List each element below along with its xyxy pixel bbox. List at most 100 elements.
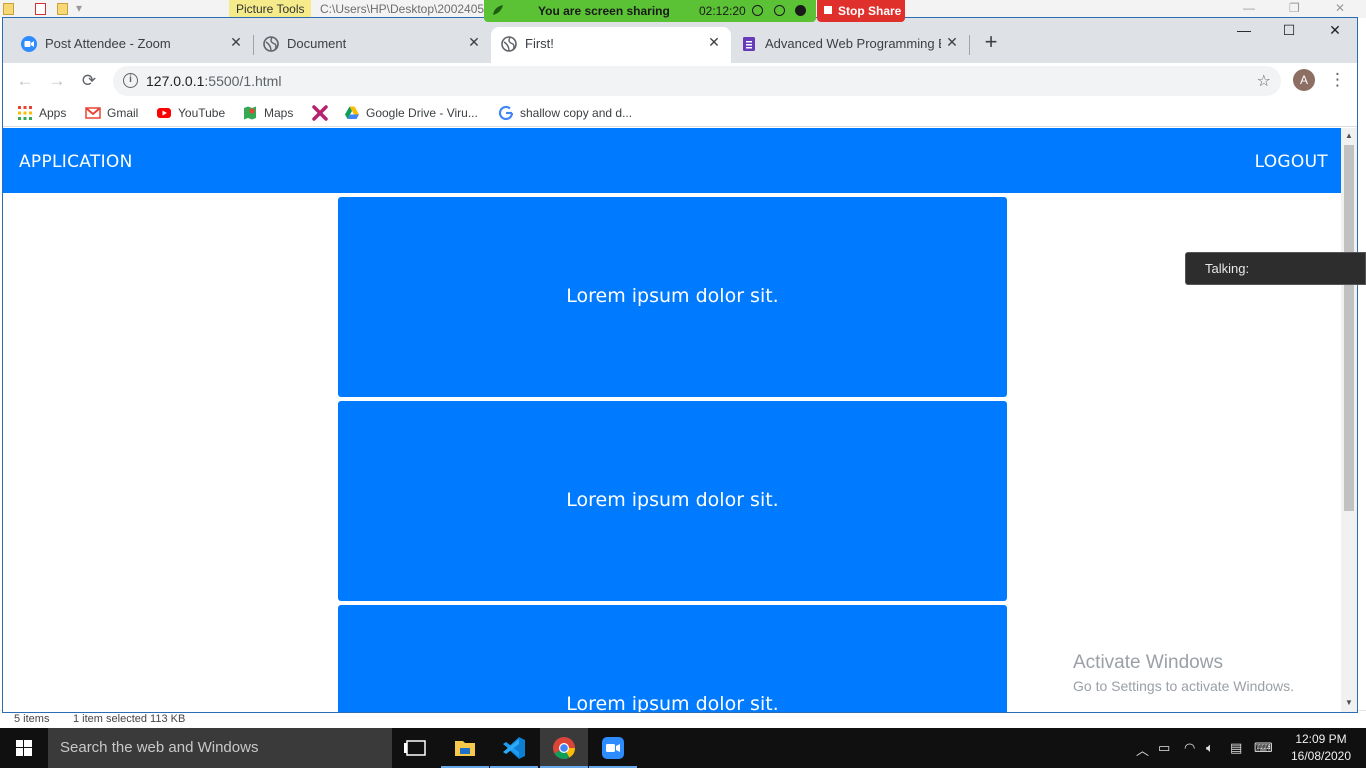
- bookmark-label: shallow copy and d...: [520, 106, 633, 120]
- forward-button[interactable]: →: [44, 68, 70, 94]
- address-bar[interactable]: i 127.0.0.1:5500/1.html ☆: [113, 66, 1281, 96]
- url-text[interactable]: 127.0.0.1:5500/1.html: [146, 73, 281, 89]
- globe-icon: [263, 36, 279, 52]
- explorer-restore-icon[interactable]: ❐: [1289, 1, 1300, 15]
- task-view-button[interactable]: [392, 728, 440, 768]
- tab-strip: Post Attendee - Zoom ✕ Document ✕ First!…: [3, 18, 1357, 63]
- card-text: Lorem ipsum dolor sit.: [566, 489, 779, 511]
- tab-post-attendee-zoom[interactable]: Post Attendee - Zoom ✕: [11, 27, 251, 63]
- taskbar-clock[interactable]: 12:09 PM 16/08/2020: [1288, 731, 1354, 765]
- tab-title: Advanced Web Programming En: [765, 36, 941, 51]
- tray-chevron-icon[interactable]: ︿: [1136, 740, 1149, 759]
- picture-tools-tab[interactable]: Picture Tools: [229, 0, 312, 18]
- folder-icon: [3, 3, 14, 15]
- task-view-icon: [404, 740, 426, 756]
- notifications-icon[interactable]: ▤: [1230, 740, 1242, 756]
- zoom-icon: [21, 36, 37, 52]
- file-explorer-icon: [455, 741, 475, 756]
- desktop-screen: ▾ Picture Tools C:\Users\HP\Desktop\2002…: [0, 0, 1366, 768]
- url-host: 127.0.0.1: [146, 73, 205, 89]
- content-card: Lorem ipsum dolor sit.: [338, 197, 1007, 397]
- logout-link[interactable]: LOGOUT: [1255, 152, 1328, 172]
- battery-icon[interactable]: ▭: [1158, 740, 1170, 756]
- clock-date: 16/08/2020: [1290, 749, 1352, 763]
- bookmark-puzzle[interactable]: [312, 103, 330, 123]
- close-window-icon[interactable]: ✕: [1320, 22, 1350, 39]
- tab-title: First!: [525, 36, 554, 51]
- bookmark-label: YouTube: [178, 106, 226, 120]
- sharing-message: You are screen sharing: [538, 4, 670, 18]
- chrome-menu-icon[interactable]: ⋮: [1329, 68, 1346, 92]
- google-drive-icon: [345, 106, 359, 119]
- tab-close-icon[interactable]: ✕: [465, 34, 483, 51]
- explorer-close-icon[interactable]: ✕: [1335, 1, 1345, 15]
- content-card: Lorem ipsum dolor sit.: [338, 605, 1007, 712]
- keyboard-icon[interactable]: ⌨︎: [1254, 740, 1273, 756]
- reload-button[interactable]: ⟳: [76, 68, 102, 94]
- watermark-title: Activate Windows: [1073, 652, 1223, 673]
- tab-first[interactable]: First! ✕: [491, 27, 731, 63]
- tab-divider: [969, 35, 970, 55]
- scroll-thumb[interactable]: [1344, 145, 1354, 511]
- google-icon: [498, 105, 514, 121]
- bookmark-star-icon[interactable]: ☆: [1257, 71, 1271, 91]
- tab-close-icon[interactable]: ✕: [705, 34, 723, 51]
- status-selection: 1 item selected 113 KB: [73, 713, 186, 725]
- url-path: :5500/1.html: [204, 73, 282, 89]
- tab-close-icon[interactable]: ✕: [227, 34, 245, 51]
- tab-document[interactable]: Document ✕: [253, 27, 491, 63]
- start-button[interactable]: [0, 728, 48, 768]
- security-shield-icon[interactable]: [795, 5, 806, 16]
- properties-icon[interactable]: [35, 3, 46, 15]
- profile-avatar[interactable]: A: [1293, 69, 1315, 91]
- brand-link[interactable]: APPLICATION: [19, 152, 133, 172]
- globe-icon: [501, 36, 517, 52]
- quick-access-dropdown-icon[interactable]: ▾: [76, 1, 82, 15]
- audio-icon[interactable]: [752, 5, 763, 16]
- bookmark-label: Maps: [264, 106, 294, 120]
- explorer-path: C:\Users\HP\Desktop\20024052: [320, 2, 485, 16]
- volume-icon[interactable]: 🔈︎: [1206, 740, 1214, 756]
- apps-grid-icon: [18, 106, 32, 120]
- wifi-icon[interactable]: ◠: [1184, 740, 1195, 756]
- forms-icon: [743, 37, 755, 51]
- new-folder-icon[interactable]: [57, 3, 68, 15]
- windows-logo-icon: [16, 740, 32, 756]
- page-scrollbar[interactable]: ▲ ▼: [1341, 128, 1357, 712]
- vscode-taskbar-button[interactable]: [490, 728, 538, 768]
- youtube-icon: [157, 108, 171, 118]
- info-icon[interactable]: i: [123, 73, 138, 88]
- stop-share-button[interactable]: Stop Share: [817, 0, 905, 22]
- tab-close-icon[interactable]: ✕: [943, 34, 961, 51]
- zoom-app-icon: [602, 737, 624, 759]
- bookmark-label: Apps: [39, 106, 67, 120]
- maps-icon: [244, 106, 256, 120]
- file-explorer-taskbar-button[interactable]: [441, 728, 489, 768]
- chrome-taskbar-button[interactable]: [540, 728, 588, 768]
- maximize-icon[interactable]: ☐: [1274, 22, 1304, 39]
- minimize-icon[interactable]: —: [1229, 22, 1259, 38]
- talking-label: Talking:: [1205, 261, 1250, 276]
- explorer-minimize-icon[interactable]: —: [1243, 1, 1255, 15]
- zoom-sharing-bar[interactable]: You are screen sharing 02:12:20: [484, 0, 816, 22]
- gmail-icon: [85, 107, 101, 119]
- browser-toolbar: ← → ⟳ i 127.0.0.1:5500/1.html ☆ A ⋮: [3, 63, 1357, 99]
- tab-advanced-web-programming[interactable]: Advanced Web Programming En ✕: [731, 27, 969, 63]
- card-text: Lorem ipsum dolor sit.: [566, 693, 779, 712]
- back-button[interactable]: ←: [12, 68, 38, 94]
- scroll-up-icon[interactable]: ▲: [1341, 131, 1357, 140]
- bookmark-label: Gmail: [107, 106, 139, 120]
- bookmark-label: Google Drive - Viru...: [366, 106, 478, 120]
- search-placeholder: Search the web and Windows: [60, 739, 259, 756]
- status-circle-icon[interactable]: [774, 5, 785, 16]
- scroll-down-icon[interactable]: ▼: [1341, 698, 1357, 707]
- clock-time: 12:09 PM: [1295, 732, 1347, 746]
- watermark-subtitle: Go to Settings to activate Windows.: [1073, 678, 1294, 694]
- new-tab-button[interactable]: +: [979, 31, 1003, 53]
- page-viewport: APPLICATION LOGOUT Lorem ipsum dolor sit…: [3, 128, 1341, 712]
- chrome-icon: [553, 737, 575, 759]
- taskbar-search-box[interactable]: Search the web and Windows: [48, 728, 392, 768]
- zoom-taskbar-button[interactable]: [589, 728, 637, 768]
- tab-title: Document: [287, 36, 347, 51]
- sharing-timer: 02:12:20: [699, 4, 746, 18]
